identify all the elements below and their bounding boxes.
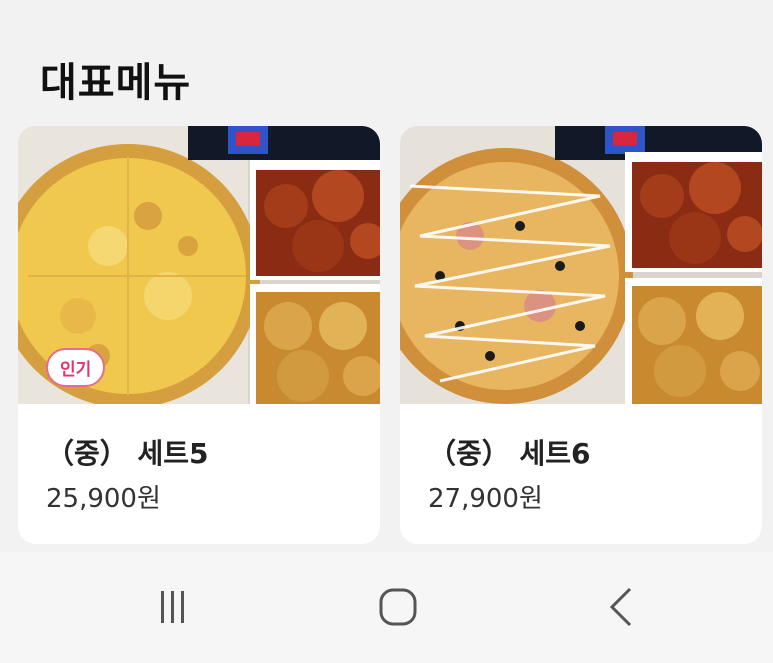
menu-price: 27,900원 xyxy=(428,484,543,514)
page: 대표메뉴 인기 （중） 세트5 25,900원 （중） 세트6 27,900원 xyxy=(0,0,773,663)
menu-image[interactable] xyxy=(400,126,762,404)
popular-badge: 인기 xyxy=(46,348,106,387)
recent-apps-icon[interactable] xyxy=(143,582,203,632)
menu-card-set6[interactable]: （중） 세트6 27,900원 xyxy=(400,126,762,544)
menu-price: 25,900원 xyxy=(46,484,161,514)
menu-image[interactable]: 인기 xyxy=(18,126,380,404)
menu-card-set5[interactable]: 인기 （중） 세트5 25,900원 xyxy=(18,126,380,544)
pizza-chicken-photo xyxy=(400,126,762,404)
back-icon[interactable] xyxy=(592,582,652,632)
system-navigation-bar xyxy=(0,552,773,663)
menu-name: （중） 세트6 xyxy=(428,437,591,470)
section-title: 대표메뉴 xyxy=(40,60,192,106)
home-icon[interactable] xyxy=(368,582,428,632)
menu-name: （중） 세트5 xyxy=(46,437,209,470)
